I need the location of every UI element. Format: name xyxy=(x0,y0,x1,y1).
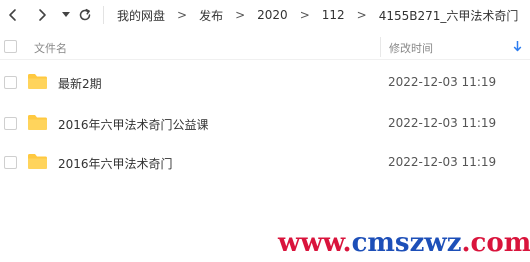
file-modified-time: 2022-12-03 11:19 xyxy=(388,155,497,169)
folder-icon xyxy=(28,115,47,130)
breadcrumb-separator: > xyxy=(356,8,367,22)
watermark-prefix: www. xyxy=(278,228,352,258)
file-name[interactable]: 2016年六甲法术奇门 xyxy=(58,155,173,172)
file-row[interactable]: 最新2期 2022-12-03 11:19 xyxy=(0,65,530,101)
file-name[interactable]: 2016年六甲法术奇门公益课 xyxy=(58,116,209,133)
watermark-suffix: .com xyxy=(461,228,530,258)
folder-icon xyxy=(28,74,47,89)
back-icon xyxy=(9,9,16,21)
sort-down-icon[interactable] xyxy=(513,40,522,52)
breadcrumb-item-current[interactable]: 4155B271_六甲法术奇门 xyxy=(377,7,521,24)
column-header-time[interactable]: 修改时间 xyxy=(389,40,433,56)
forward-icon xyxy=(39,9,46,21)
back-button[interactable] xyxy=(2,4,24,26)
row-checkbox[interactable] xyxy=(4,76,17,89)
row-checkbox[interactable] xyxy=(4,156,17,169)
column-header-name[interactable]: 文件名 xyxy=(34,40,67,56)
toolbar-divider xyxy=(103,6,104,24)
dropdown-icon xyxy=(62,12,70,17)
breadcrumb-item-112[interactable]: 112 xyxy=(320,8,347,22)
file-modified-time: 2022-12-03 11:19 xyxy=(388,116,497,130)
file-row[interactable]: 2016年六甲法术奇门公益课 2022-12-03 11:19 xyxy=(0,106,530,142)
breadcrumb-item-publish[interactable]: 发布 xyxy=(197,7,225,24)
breadcrumb-separator: > xyxy=(299,8,310,22)
file-name[interactable]: 最新2期 xyxy=(58,75,102,92)
column-divider[interactable] xyxy=(380,37,381,57)
file-modified-time: 2022-12-03 11:19 xyxy=(388,75,497,89)
breadcrumb-separator: > xyxy=(177,8,188,22)
select-all-checkbox[interactable] xyxy=(4,40,17,53)
watermark-domain: cmszwz xyxy=(351,228,462,258)
toolbar: 我的网盘 > 发布 > 2020 > 112 > 4155B271_六甲法术奇门… xyxy=(0,0,530,30)
watermark: www.cmszwz.com xyxy=(278,228,530,258)
breadcrumb-item-root[interactable]: 我的网盘 xyxy=(115,7,167,24)
breadcrumb-separator: > xyxy=(235,8,246,22)
breadcrumb: 我的网盘 > 发布 > 2020 > 112 > 4155B271_六甲法术奇门… xyxy=(115,0,530,30)
refresh-button[interactable] xyxy=(74,4,96,26)
file-row[interactable]: 2016年六甲法术奇门 2022-12-03 11:19 xyxy=(0,145,530,181)
forward-button[interactable] xyxy=(31,4,53,26)
row-checkbox[interactable] xyxy=(4,117,17,130)
folder-icon xyxy=(28,154,47,169)
file-list-header: 文件名 修改时间 xyxy=(0,34,530,60)
breadcrumb-item-2020[interactable]: 2020 xyxy=(255,8,290,22)
breadcrumb-separator: > xyxy=(520,8,530,22)
refresh-icon xyxy=(79,8,91,21)
